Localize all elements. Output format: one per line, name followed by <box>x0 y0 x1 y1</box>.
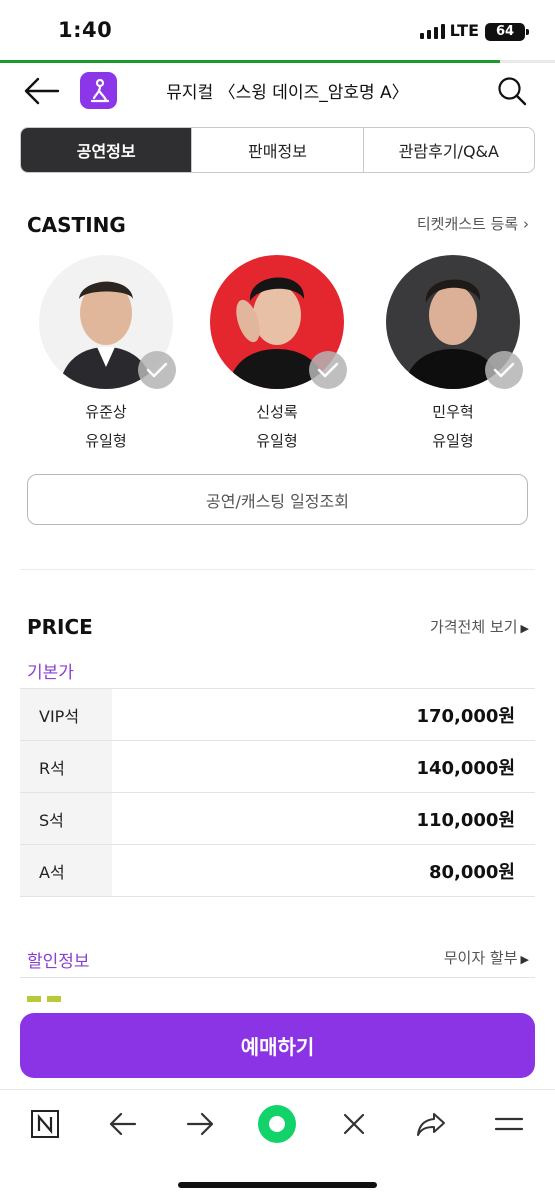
seat-price: 110,000원 <box>416 809 515 831</box>
naver-n-icon[interactable] <box>25 1104 65 1144</box>
cast-member[interactable]: 민우혁 유일형 <box>368 255 538 451</box>
tab-performance-info[interactable]: 공연정보 <box>21 128 193 172</box>
tab-reviews-qa[interactable]: 관람후기/Q&A <box>364 128 534 172</box>
back-icon[interactable] <box>24 76 60 106</box>
back-arrow-icon[interactable] <box>103 1104 143 1144</box>
cast-role: 유일형 <box>256 432 298 450</box>
seat-price: 140,000원 <box>416 757 515 779</box>
view-all-prices-label: 가격전체 보기 <box>429 618 518 636</box>
interest-free-installment-link[interactable]: 무이자 할부 ▶ <box>444 947 529 968</box>
seat-grade: R석 <box>20 741 112 792</box>
share-icon[interactable] <box>411 1104 451 1144</box>
battery-icon: 64 <box>485 23 529 41</box>
network-label: LTE <box>449 21 479 40</box>
page-title: 뮤지컬 〈스윙 데이즈_암호명 A〉 <box>166 83 409 103</box>
price-row: A석 80,000원 <box>20 845 535 897</box>
browser-toolbar <box>0 1090 555 1160</box>
search-icon[interactable] <box>497 76 527 106</box>
status-bar: 1:40 LTE 64 <box>0 0 555 62</box>
seat-price: 80,000원 <box>428 861 515 883</box>
discount-divider <box>20 977 535 978</box>
check-icon <box>309 351 347 389</box>
forward-arrow-icon[interactable] <box>180 1104 220 1144</box>
base-price-label: 기본가 <box>27 663 74 683</box>
schedule-lookup-button[interactable]: 공연/캐스팅 일정조회 <box>27 474 528 525</box>
view-all-prices-link[interactable]: 가격전체 보기 ▶ <box>430 616 529 637</box>
triangle-right-icon: ▶ <box>520 622 529 635</box>
partial-content-peek <box>27 996 67 1002</box>
cast-list: 유준상 유일형 신성록 유일형 민우혁 유일형 <box>0 255 555 455</box>
close-icon[interactable] <box>334 1104 374 1144</box>
interest-free-installment-label: 무이자 할부 <box>443 949 518 967</box>
ticketcast-register-label: 티켓캐스트 등록 <box>416 215 519 233</box>
cast-role: 유일형 <box>432 432 474 450</box>
check-icon <box>138 351 176 389</box>
green-home-icon[interactable] <box>257 1104 297 1144</box>
cast-name: 신성록 <box>256 403 298 421</box>
cast-member[interactable]: 신성록 유일형 <box>192 255 362 451</box>
cast-role: 유일형 <box>85 432 127 450</box>
price-row: S석 110,000원 <box>20 793 535 845</box>
price-row: VIP석 170,000원 <box>20 689 535 741</box>
signal-icon <box>420 24 445 39</box>
app-header: 뮤지컬 〈스윙 데이즈_암호명 A〉 <box>0 64 555 120</box>
cast-name: 민우혁 <box>432 403 474 421</box>
app-logo-icon[interactable] <box>80 72 117 109</box>
casting-heading: CASTING <box>27 213 126 237</box>
seat-price: 170,000원 <box>416 705 515 727</box>
cast-photo <box>39 255 176 389</box>
ticketcast-register-link[interactable]: 티켓캐스트 등록 › <box>417 213 529 234</box>
tab-sales-info[interactable]: 판매정보 <box>192 128 364 172</box>
cast-photo <box>386 255 523 389</box>
cast-member[interactable]: 유준상 유일형 <box>21 255 191 451</box>
menu-icon[interactable] <box>489 1104 529 1144</box>
price-table: VIP석 170,000원 R석 140,000원 S석 110,000원 A석… <box>20 688 535 897</box>
chevron-right-icon: › <box>523 215 529 233</box>
section-divider <box>20 569 535 570</box>
price-heading: PRICE <box>27 615 93 639</box>
check-icon <box>485 351 523 389</box>
seat-grade: VIP석 <box>20 689 112 740</box>
triangle-right-icon: ▶ <box>520 953 529 966</box>
seat-grade: S석 <box>20 793 112 844</box>
status-time: 1:40 <box>58 18 113 42</box>
discount-heading: 할인정보 <box>27 952 90 972</box>
tab-bar: 공연정보 판매정보 관람후기/Q&A <box>20 127 535 173</box>
cast-name: 유준상 <box>85 403 127 421</box>
cast-photo <box>210 255 347 389</box>
home-indicator[interactable] <box>178 1182 377 1188</box>
price-row: R석 140,000원 <box>20 741 535 793</box>
seat-grade: A석 <box>20 845 112 896</box>
book-button[interactable]: 예매하기 <box>20 1013 535 1078</box>
page-load-progress <box>0 60 555 63</box>
